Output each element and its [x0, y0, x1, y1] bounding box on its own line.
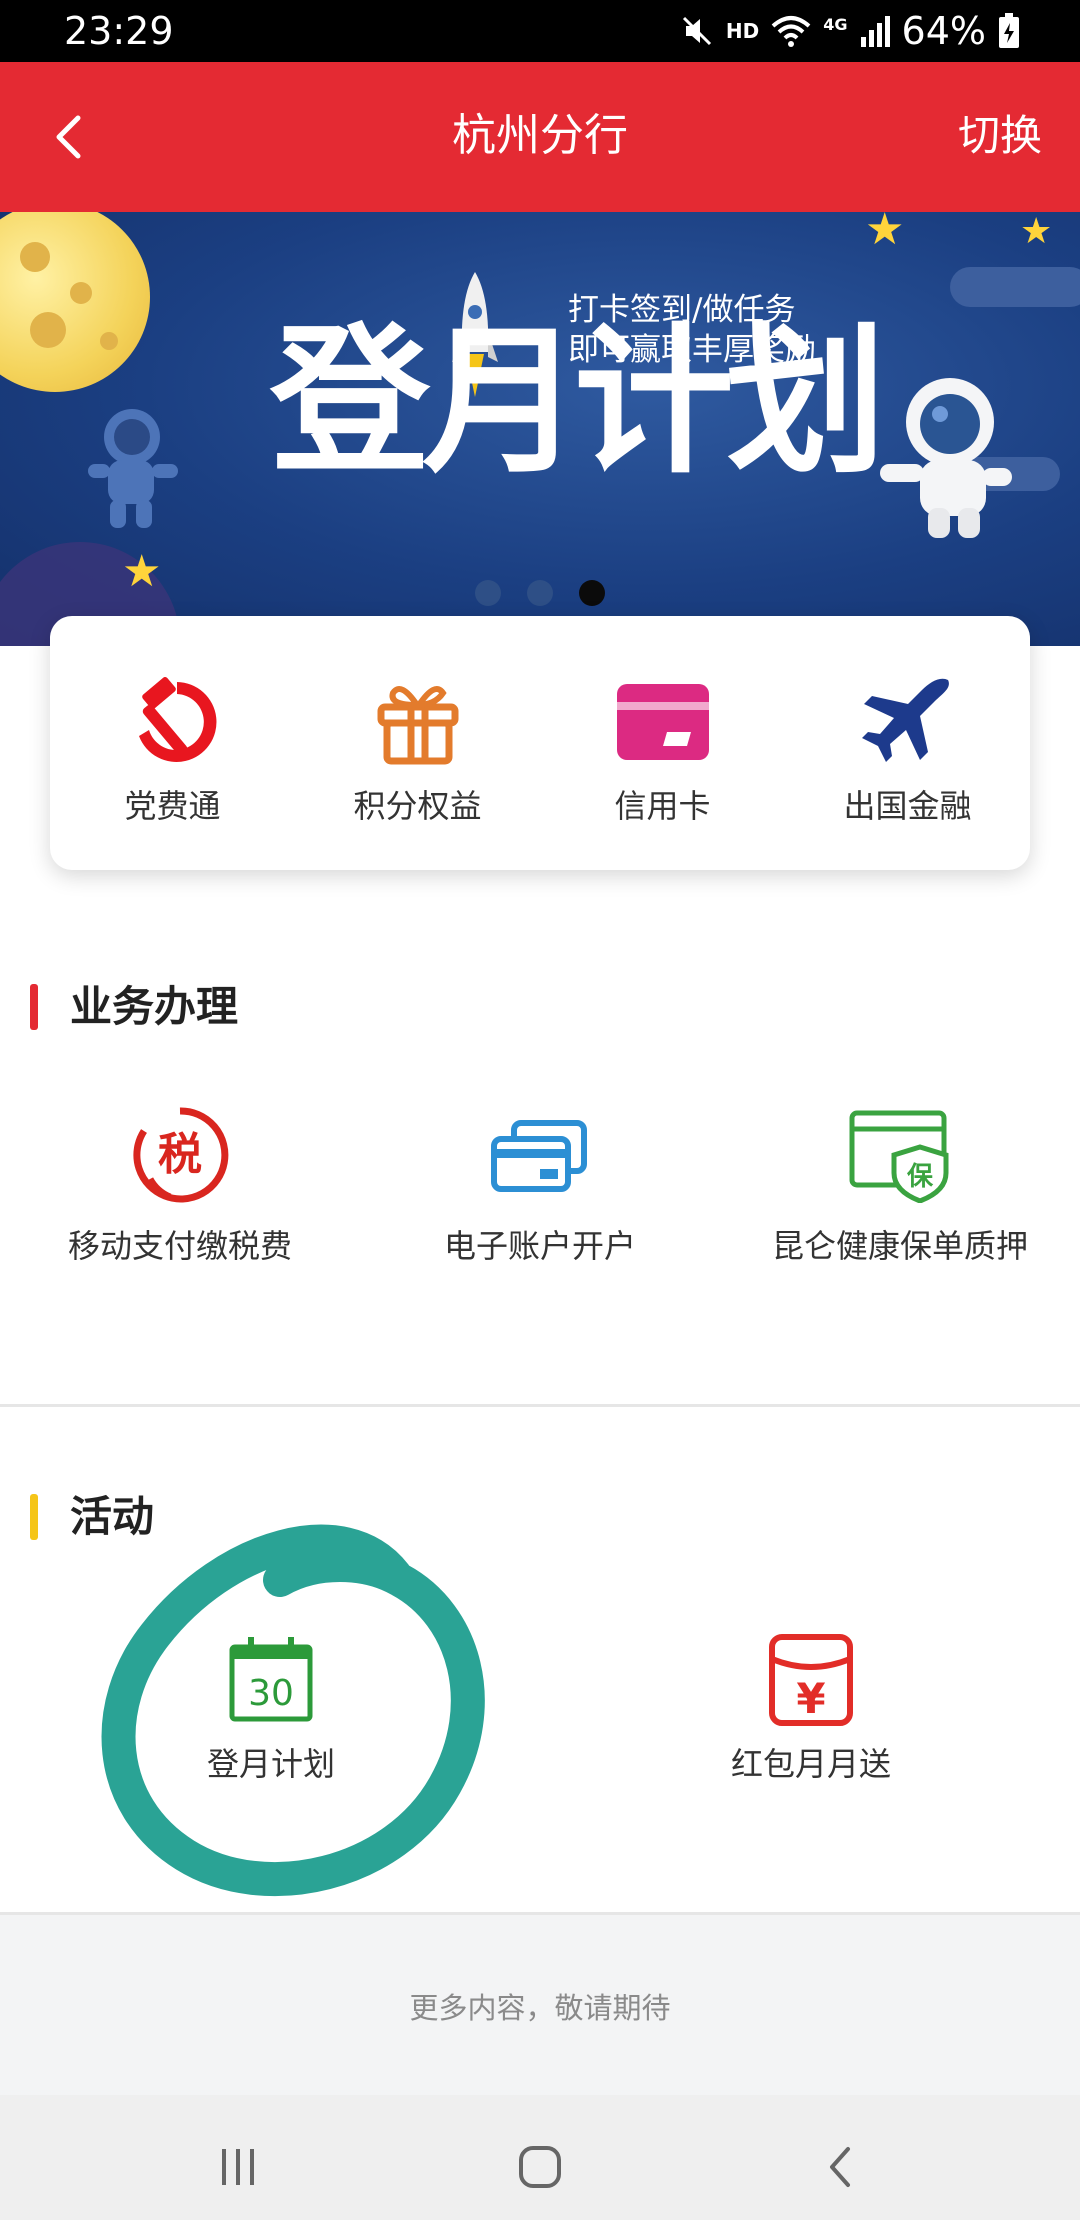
mute-icon: [682, 16, 711, 46]
highlight-circle-annotation: [101, 1524, 485, 1897]
carousel-dot[interactable]: [475, 580, 501, 606]
gift-icon: [368, 672, 468, 772]
app-header: 杭州分行 切换: [0, 62, 1080, 212]
status-icons: HD 4G 64%: [680, 8, 1020, 54]
business-item-policy-pledge[interactable]: 保 昆仑健康保单质押: [720, 1100, 1080, 1290]
banner-slogan-line: 打卡签到/做任务: [568, 292, 796, 328]
star-decoration: ★: [865, 212, 905, 255]
credit-card-icon: [613, 672, 713, 772]
cloud-decoration: [950, 267, 1080, 307]
business-item-e-account[interactable]: 电子账户开户: [360, 1100, 720, 1290]
page-title: 杭州分行: [452, 110, 628, 161]
insurance-shield-icon: 保: [845, 1100, 955, 1210]
quick-link-points[interactable]: 积分权益: [295, 616, 540, 870]
battery-icon: [999, 13, 1019, 48]
quick-link-credit-card[interactable]: 信用卡: [540, 616, 785, 870]
quick-link-party-fee[interactable]: 党费通: [50, 616, 295, 870]
astronaut-icon: [88, 409, 178, 528]
section-divider: [0, 1404, 1080, 1407]
carousel-dot[interactable]: [527, 580, 553, 606]
activity-item-label: 红包月月送: [730, 1745, 891, 1783]
home-icon: [519, 2146, 561, 2188]
quick-link-overseas-finance[interactable]: 出国金融: [785, 616, 1030, 870]
red-envelope-icon: ¥: [761, 1630, 861, 1730]
business-grid: 税 移动支付缴税费 电子账户开户 保 昆仑健康保单质押: [0, 1100, 1080, 1290]
home-button[interactable]: [510, 2137, 570, 2197]
recent-apps-button[interactable]: [208, 2137, 268, 2197]
business-item-label: 电子账户开户: [443, 1227, 636, 1265]
promo-banner[interactable]: ★ ★ ★ 登月计划 打卡签到/做任务 即可赢取丰厚奖励: [0, 212, 1080, 646]
signal-icon: [860, 16, 890, 47]
hd-label: HD: [725, 19, 760, 43]
section-accent-bar: [30, 1494, 38, 1540]
moon-decoration: [0, 212, 150, 392]
quick-links-card: 党费通 积分权益 信用卡 出国金融: [50, 616, 1030, 870]
business-item-label: 昆仑健康保单质押: [771, 1227, 1028, 1265]
battery-percent: 64%: [901, 9, 986, 53]
system-navigation-bar: [0, 2095, 1080, 2220]
back-icon: [830, 2147, 850, 2187]
wifi-icon: [771, 16, 811, 47]
more-content-text: 更多内容，敬请期待: [409, 1991, 671, 2025]
section-header-business: 业务办理: [30, 982, 238, 1032]
astronaut-icon: [880, 378, 1012, 538]
activity-item-red-envelope[interactable]: ¥ 红包月月送: [661, 1630, 961, 1784]
section-accent-bar: [30, 984, 38, 1030]
airplane-icon: [858, 672, 958, 772]
status-time: 23:29: [64, 9, 174, 53]
status-bar: 23:29 HD 4G 64%: [0, 0, 1080, 62]
tax-icon: 税: [125, 1100, 235, 1210]
bank-cards-icon: [485, 1100, 595, 1210]
quick-link-label: 出国金融: [843, 787, 972, 825]
svg-text:¥: ¥: [796, 1674, 825, 1723]
hammer-sickle-icon: [123, 672, 223, 772]
quick-link-label: 党费通: [124, 787, 221, 825]
banner-slogan-line: 即可赢取丰厚奖励: [568, 332, 816, 368]
carousel-dot-active[interactable]: [579, 580, 605, 606]
business-item-tax-payment[interactable]: 税 移动支付缴税费: [0, 1100, 360, 1290]
banner-slogan: 打卡签到/做任务 即可赢取丰厚奖励: [568, 290, 816, 370]
network-type: 4G: [823, 14, 848, 34]
svg-text:税: 税: [158, 1129, 202, 1180]
carousel-indicator: [0, 580, 1080, 606]
svg-text:保: 保: [906, 1162, 934, 1192]
quick-link-label: 信用卡: [614, 787, 711, 825]
quick-link-label: 积分权益: [353, 787, 482, 825]
switch-branch-button[interactable]: 切换: [958, 110, 1042, 162]
system-back-button[interactable]: [812, 2137, 872, 2197]
section-title: 业务办理: [70, 982, 239, 1031]
star-decoration: ★: [1020, 212, 1053, 252]
recent-apps-icon: [222, 2149, 254, 2185]
business-item-label: 移动支付缴税费: [67, 1227, 292, 1265]
footer-area: 更多内容，敬请期待: [0, 1915, 1080, 2095]
